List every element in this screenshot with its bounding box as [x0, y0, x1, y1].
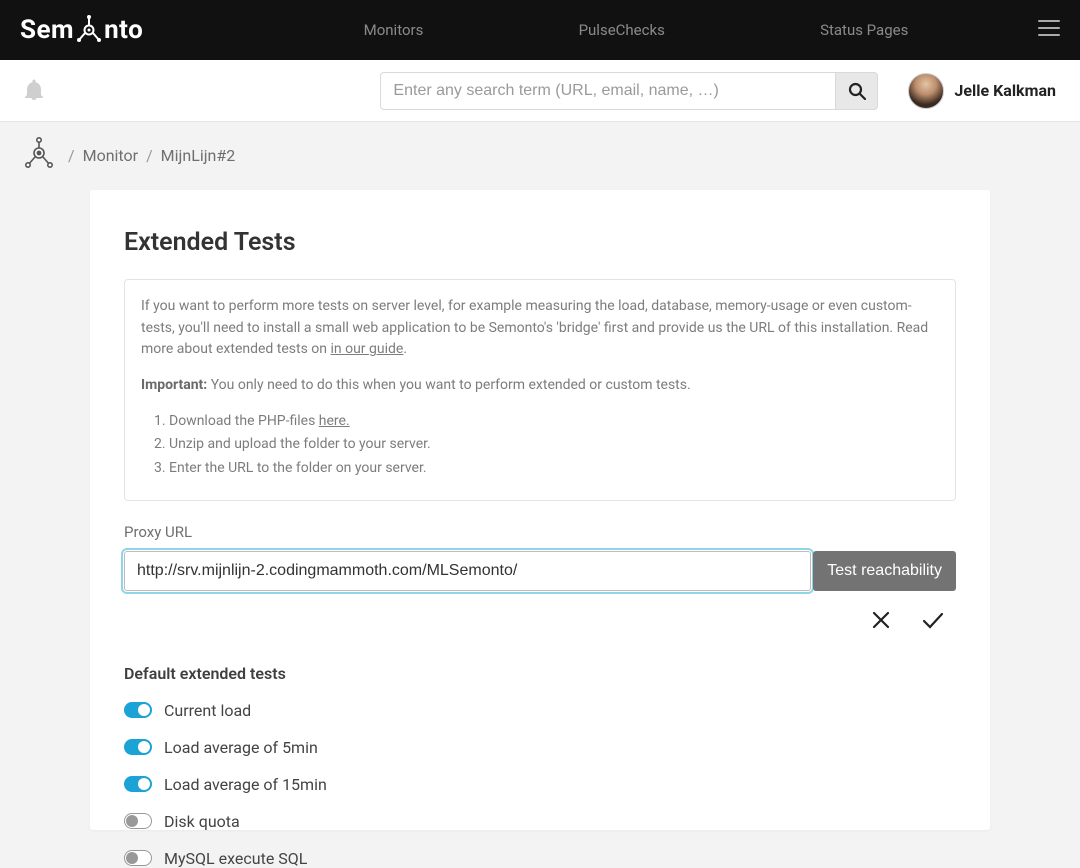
search-input[interactable] — [380, 72, 836, 110]
proxy-url-label: Proxy URL — [124, 523, 956, 541]
confirm-button[interactable] — [918, 607, 948, 636]
breadcrumb-current[interactable]: MijnLijn#2 — [161, 146, 236, 165]
install-steps: Download the PHP-files here. Unzip and u… — [169, 411, 939, 480]
brand-logo[interactable]: Sem nto — [20, 15, 260, 45]
util-bar: Jelle Kalkman — [0, 60, 1080, 122]
breadcrumb-sep: / — [68, 146, 75, 165]
download-link[interactable]: here. — [319, 413, 350, 429]
breadcrumb-sep: / — [146, 146, 153, 165]
user-menu[interactable]: Jelle Kalkman — [908, 73, 1056, 109]
notifications-icon[interactable] — [24, 78, 44, 104]
test-label: Current load — [164, 701, 251, 720]
nav-pulsechecks[interactable]: PulseChecks — [579, 21, 665, 39]
important-label: Important: — [141, 377, 207, 393]
test-toggle[interactable] — [124, 739, 152, 755]
check-icon — [922, 611, 944, 629]
step-2: Unzip and upload the folder to your serv… — [169, 434, 939, 456]
nav-statuspages[interactable]: Status Pages — [820, 21, 908, 39]
proxy-actions — [124, 607, 956, 636]
test-row: Load average of 5min — [124, 738, 956, 757]
test-label: Load average of 15min — [164, 775, 327, 794]
test-toggle[interactable] — [124, 813, 152, 829]
test-label: MySQL execute SQL — [164, 849, 307, 868]
test-toggle[interactable] — [124, 702, 152, 718]
step-1: Download the PHP-files here. — [169, 411, 939, 433]
test-label: Disk quota — [164, 812, 240, 831]
step-3: Enter the URL to the folder on your serv… — [169, 458, 939, 480]
search-button[interactable] — [836, 72, 878, 110]
cancel-button[interactable] — [868, 607, 894, 636]
search — [380, 72, 878, 110]
test-row: MySQL execute SQL — [124, 849, 956, 868]
menu-icon[interactable] — [1038, 19, 1060, 41]
important-text: You only need to do this when you want t… — [207, 377, 690, 393]
page-title: Extended Tests — [124, 228, 956, 257]
user-name: Jelle Kalkman — [954, 81, 1056, 100]
test-row: Current load — [124, 701, 956, 720]
close-icon — [872, 611, 890, 629]
info-text: If you want to perform more tests on ser… — [141, 298, 928, 357]
breadcrumb-monitor[interactable]: Monitor — [83, 146, 138, 165]
search-icon — [848, 82, 866, 100]
breadcrumb: / Monitor / MijnLijn#2 — [0, 122, 1080, 184]
breadcrumb-root-icon[interactable] — [24, 136, 54, 174]
extended-tests-card: Extended Tests If you want to perform mo… — [90, 190, 990, 830]
nav-links: Monitors PulseChecks Status Pages — [286, 21, 986, 39]
logo-icon — [76, 15, 102, 45]
avatar — [908, 73, 944, 109]
guide-link[interactable]: in our guide — [331, 341, 404, 357]
default-tests-label: Default extended tests — [124, 664, 956, 683]
test-row: Disk quota — [124, 812, 956, 831]
proxy-url-input[interactable] — [124, 551, 811, 591]
test-toggle[interactable] — [124, 776, 152, 792]
top-nav: Sem nto Monitors PulseChecks Status Page… — [0, 0, 1080, 60]
nav-monitors[interactable]: Monitors — [364, 21, 424, 39]
proxy-row: Test reachability — [124, 551, 956, 591]
test-toggle[interactable] — [124, 850, 152, 866]
test-row: Load average of 15min — [124, 775, 956, 794]
test-reachability-button[interactable]: Test reachability — [813, 551, 956, 591]
test-label: Load average of 5min — [164, 738, 318, 757]
info-box: If you want to perform more tests on ser… — [124, 279, 956, 501]
tests-list: Current load Load average of 5min Load ave… — [124, 701, 956, 868]
